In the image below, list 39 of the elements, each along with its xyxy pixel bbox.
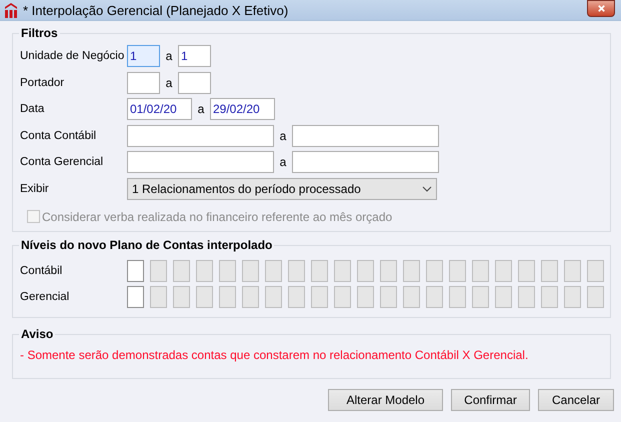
checkbox-label: Considerar verba realizada no financeiro referente ao mês orçado <box>42 210 392 224</box>
group-title: Aviso <box>19 327 56 341</box>
range-separator: a <box>196 102 206 116</box>
input-field[interactable]: 29/02/20 <box>210 98 275 120</box>
input-field[interactable] <box>292 124 439 146</box>
range-separator: a <box>164 76 174 90</box>
level-field[interactable] <box>127 286 144 308</box>
dropdown[interactable]: 1 Relacionamentos do período processado <box>127 178 437 200</box>
dialog-button[interactable]: Confirmar <box>451 389 530 411</box>
field-label: Portador <box>20 76 66 88</box>
warning-message: - Somente serão demonstradas contas que constarem no relacionamento Contábil X Gerencial. <box>20 348 530 362</box>
chevron-down-icon <box>422 186 432 192</box>
field-label: Data <box>20 103 46 115</box>
level-field[interactable] <box>127 260 144 282</box>
app-icon <box>4 2 18 18</box>
input-field[interactable]: 1 <box>127 45 160 67</box>
close-icon <box>596 4 606 13</box>
field-label: Conta Contábil <box>20 130 98 142</box>
dialog-button[interactable]: Cancelar <box>538 389 614 411</box>
input-field[interactable] <box>178 72 211 94</box>
field-label: Gerencial <box>20 291 70 303</box>
input-field[interactable]: 01/02/20 <box>127 98 192 120</box>
close-button[interactable] <box>587 0 615 17</box>
group-title: Níveis do novo Plano de Contas interpolado <box>19 238 274 252</box>
input-field[interactable] <box>127 72 160 94</box>
input-field[interactable] <box>292 151 439 173</box>
input-field[interactable]: 1 <box>178 45 211 67</box>
input-field[interactable] <box>127 151 274 173</box>
dialog-button[interactable]: Alterar Modelo <box>328 389 443 411</box>
range-separator: a <box>278 155 288 169</box>
range-separator: a <box>278 128 288 142</box>
field-label: Contábil <box>20 265 64 277</box>
field-label: Unidade de Negócio <box>20 50 126 62</box>
field-label: Conta Gerencial <box>20 156 104 168</box>
window-title: * Interpolação Gerencial (Planejado X Efetivo) <box>23 2 288 18</box>
range-separator: a <box>164 49 174 63</box>
group-title: Filtros <box>19 26 60 40</box>
input-field[interactable] <box>127 124 274 146</box>
field-label: Exibir <box>20 182 50 194</box>
